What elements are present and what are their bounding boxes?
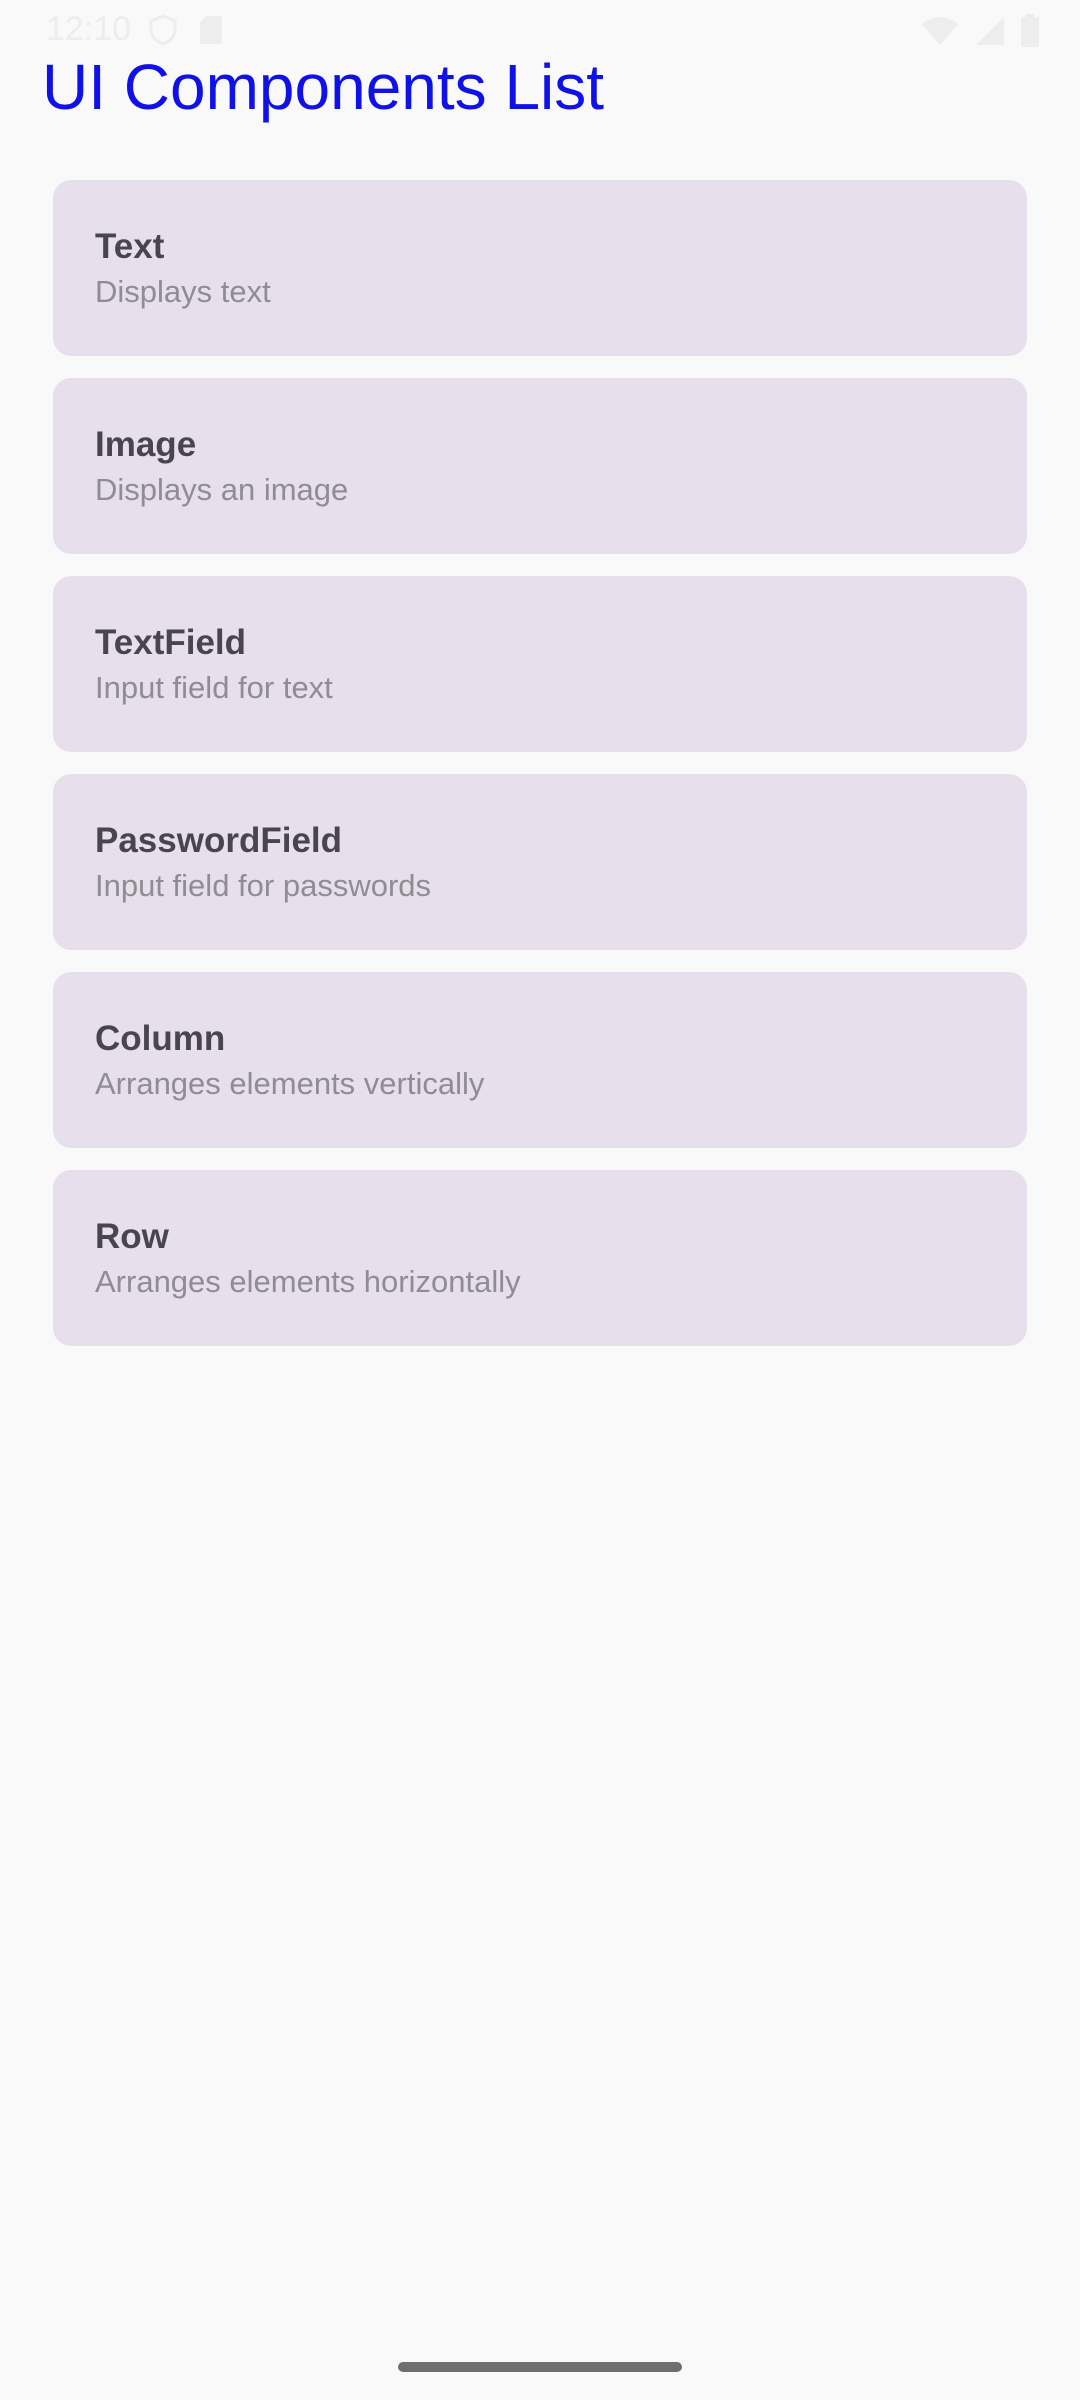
status-left-icons [148,14,224,51]
card-title: Text [95,227,165,266]
card-title: Image [95,425,197,464]
status-time: 12:10 [46,10,132,48]
battery-icon [1020,14,1040,53]
card-title: PasswordField [95,821,343,860]
card-title: Column [95,1019,226,1058]
card-description: Displays an image [95,472,349,507]
card-description: Arranges elements horizontally [95,1264,521,1299]
page-title: UI Components List [42,51,605,123]
components-list: Text Displays text Image Displays an ima… [53,180,1027,1346]
shield-icon [148,14,178,51]
card-description: Displays text [95,274,271,309]
card-title: Row [95,1217,169,1256]
component-card-passwordfield[interactable]: PasswordField Input field for passwords [53,774,1027,950]
card-title: TextField [95,623,247,662]
component-card-textfield[interactable]: TextField Input field for text [53,576,1027,752]
cellular-signal-icon [974,15,1006,52]
component-card-column[interactable]: Column Arranges elements vertically [53,972,1027,1148]
status-right-icons [920,14,1040,53]
component-card-text[interactable]: Text Displays text [53,180,1027,356]
home-indicator[interactable] [398,2362,682,2372]
card-description: Input field for passwords [95,868,432,903]
component-card-image[interactable]: Image Displays an image [53,378,1027,554]
component-card-row[interactable]: Row Arranges elements horizontally [53,1170,1027,1346]
card-description: Input field for text [95,670,333,705]
sd-card-icon [198,14,224,51]
card-description: Arranges elements vertically [95,1066,485,1101]
wifi-icon [920,15,960,52]
